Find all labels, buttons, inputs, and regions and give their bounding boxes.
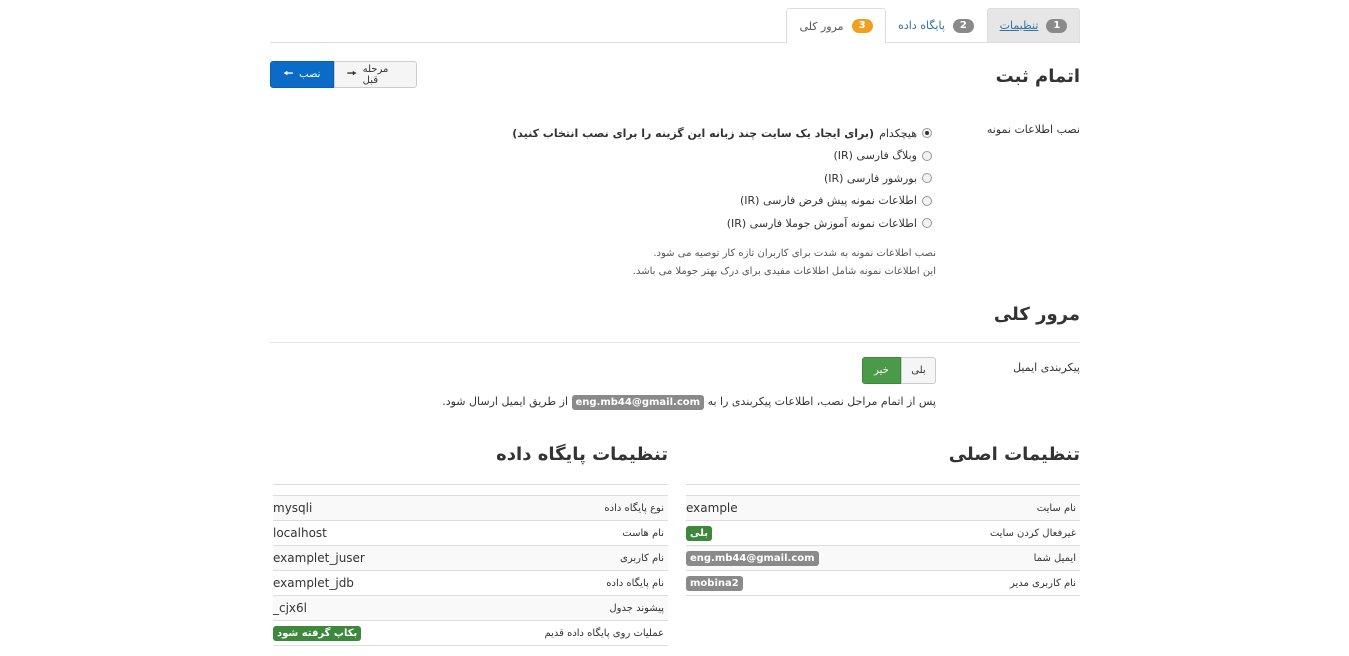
sample-option-none[interactable]: هیچکدام (برای ایجاد یک سایت چند زبانه ای…: [432, 122, 932, 145]
setting-value: examplet_jdb: [273, 570, 498, 596]
note-text: از طریق ایمیل ارسال شود.: [442, 395, 568, 408]
table-row: غیرفعال کردن سایت بلی: [686, 520, 1080, 546]
setting-value: mysqli: [273, 495, 498, 521]
setting-key: نوع پایگاه داده: [498, 495, 668, 521]
main-settings-table: نام سایت example غیرفعال کردن سایت بلی ا…: [686, 484, 1080, 596]
radio-icon[interactable]: [922, 173, 932, 184]
radio-icon[interactable]: [922, 195, 932, 206]
arrow-right-icon: 🠖: [347, 67, 357, 80]
option-text: بورشور فارسی (IR): [823, 171, 917, 185]
main-settings-title: تنظیمات اصلی: [948, 444, 1080, 465]
sample-option-default[interactable]: اطلاعات نمونه پیش فرض فارسی (IR): [432, 190, 932, 213]
radio-icon[interactable]: [922, 218, 932, 229]
radio-icon[interactable]: [922, 150, 932, 161]
setting-value: localhost: [273, 520, 498, 546]
table-row: نام هاست localhost: [273, 520, 668, 546]
db-settings-title: تنظیمات پایگاه داده: [496, 444, 668, 465]
table-row: [686, 484, 1080, 496]
setting-key: نام کاربری: [498, 545, 668, 571]
tab-label: تنظیمات: [999, 19, 1039, 32]
option-text: اطلاعات نمونه پیش فرض فارسی (IR): [739, 194, 917, 208]
divider: [270, 342, 1080, 343]
tab-label: پایگاه داده: [898, 19, 945, 32]
email-config-toggle: بلی خیر: [862, 357, 936, 384]
setting-value-cell: eng.mb44@gmail.com: [686, 545, 910, 571]
setting-value: cjx6l_: [273, 595, 498, 621]
installer-page: 1 تنظیمات 2 پایگاه داده 3 مرور کلی 🠔 نصب…: [270, 0, 1080, 656]
table-row: نام کاربری مدیر mobina2: [686, 570, 1080, 596]
sample-data-options: هیچکدام (برای ایجاد یک سایت چند زبانه ای…: [432, 122, 932, 235]
table-row: نام پایگاه داده examplet_jdb: [273, 570, 668, 596]
overview-title: مرور کلی: [993, 304, 1080, 325]
email-badge: eng.mb44@gmail.com: [571, 395, 705, 410]
sample-option-brochure[interactable]: بورشور فارسی (IR): [432, 167, 932, 190]
setting-key: ایمیل شما: [910, 545, 1080, 571]
setting-key: نام سایت: [910, 495, 1080, 521]
option-text: اطلاعات نمونه آموزش جوملا فارسی (IR): [726, 216, 917, 230]
tab-overview[interactable]: 3 مرور کلی: [786, 8, 886, 44]
action-buttons: 🠔 نصب 🠖 مرحله قبل: [270, 61, 417, 88]
install-label: نصب: [299, 69, 321, 80]
setting-value: example: [686, 495, 910, 521]
setting-key: نام هاست: [498, 520, 668, 546]
table-row: پیشوند جدول cjx6l_: [273, 595, 668, 621]
step-number: 2: [952, 18, 974, 33]
step-tabs: 1 تنظیمات 2 پایگاه داده 3 مرور کلی: [270, 8, 1080, 44]
tab-database[interactable]: 2 پایگاه داده: [886, 8, 986, 43]
setting-value: examplet_juser: [273, 545, 498, 571]
email-config-label: پیکربندی ایمیل: [1013, 361, 1080, 374]
setting-value-cell: بکاپ گرفته شود: [273, 620, 498, 646]
email-config-note: پس از اتمام مراحل نصب، اطلاعات پیکربندی …: [442, 395, 936, 410]
status-badge: بلی: [686, 526, 712, 541]
sample-option-blog[interactable]: وبلاگ فارسی (IR): [432, 145, 932, 168]
option-text: هیچکدام: [879, 126, 917, 140]
arrow-left-icon: 🠔: [283, 67, 294, 80]
status-badge: بکاپ گرفته شود: [273, 626, 362, 641]
setting-value-cell: بلی: [686, 520, 910, 546]
previous-step-label: مرحله قبل: [362, 63, 389, 86]
step-number: 3: [851, 19, 873, 33]
db-settings-table: نوع پایگاه داده mysqli نام هاست localhos…: [273, 484, 668, 646]
no-button[interactable]: خیر: [862, 357, 901, 384]
sample-data-help: نصب اطلاعات نمونه به شدت برای کاربران تا…: [633, 245, 936, 281]
setting-key: نام پایگاه داده: [498, 570, 668, 596]
previous-step-button[interactable]: 🠖 مرحله قبل: [334, 61, 417, 88]
help-line: این اطلاعات نمونه شامل اطلاعات مفیدی برا…: [632, 266, 936, 277]
yes-button[interactable]: بلی: [901, 357, 936, 384]
option-text: وبلاگ فارسی (IR): [833, 149, 917, 163]
table-row: عملیات روی پایگاه داده قدیم بکاپ گرفته ش…: [273, 620, 668, 646]
sample-option-learn[interactable]: اطلاعات نمونه آموزش جوملا فارسی (IR): [432, 212, 932, 235]
help-line: نصب اطلاعات نمونه به شدت برای کاربران تا…: [653, 248, 936, 259]
finish-title: اتمام ثبت: [995, 66, 1080, 87]
tab-settings[interactable]: 1 تنظیمات: [987, 8, 1080, 43]
setting-key: پیشوند جدول: [498, 595, 668, 621]
setting-key: نام کاربری مدیر: [910, 570, 1080, 596]
table-row: نوع پایگاه داده mysqli: [273, 495, 668, 521]
option-note: (برای ایجاد یک سایت چند زبانه این گزینه …: [512, 126, 875, 140]
setting-value-cell: mobina2: [686, 570, 910, 596]
radio-selected-icon[interactable]: [922, 128, 932, 139]
setting-key: غیرفعال کردن سایت: [910, 520, 1080, 546]
table-row: [273, 484, 668, 496]
status-badge: eng.mb44@gmail.com: [686, 551, 819, 566]
note-text: پس از اتمام مراحل نصب، اطلاعات پیکربندی …: [707, 395, 936, 408]
table-row: نام سایت example: [686, 495, 1080, 521]
tab-label: مرور کلی: [799, 19, 844, 33]
step-number: 1: [1046, 18, 1068, 33]
sample-data-label: نصب اطلاعات نمونه: [986, 123, 1080, 136]
table-row: نام کاربری examplet_juser: [273, 545, 668, 571]
setting-key: عملیات روی پایگاه داده قدیم: [498, 620, 668, 646]
install-button[interactable]: 🠔 نصب: [270, 61, 334, 88]
status-badge: mobina2: [686, 576, 743, 591]
table-row: ایمیل شما eng.mb44@gmail.com: [686, 545, 1080, 571]
